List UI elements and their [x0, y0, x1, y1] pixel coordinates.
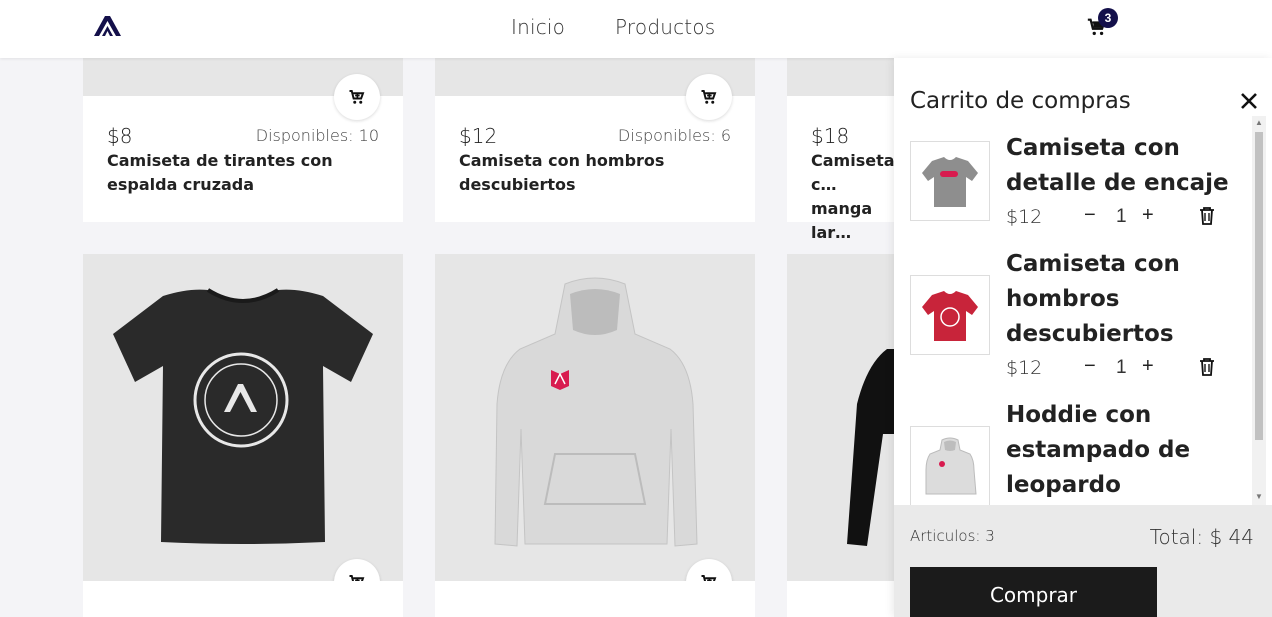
increase-qty-button[interactable]: +: [1142, 355, 1154, 378]
cart-item-qty: 1: [1116, 206, 1127, 227]
product-card: [83, 581, 403, 617]
cart-item-image: [910, 275, 990, 355]
scroll-up-arrow-icon[interactable]: ▲: [1255, 119, 1263, 127]
add-to-cart-button[interactable]: [334, 74, 380, 120]
academlo-logo[interactable]: [92, 14, 122, 38]
increase-qty-button[interactable]: +: [1142, 204, 1154, 227]
product-stock: Disponibles: 6: [617, 126, 731, 145]
nav-productos[interactable]: Productos: [615, 15, 715, 39]
add-to-cart-button[interactable]: [686, 74, 732, 120]
product-card: $8 Disponibles: 10 Camiseta de tirantes …: [83, 58, 403, 222]
product-price: $8: [107, 124, 133, 148]
cart-item-name: Camiseta con detalle de encaje: [1006, 135, 1229, 196]
product-card: [435, 581, 755, 617]
nav-inicio[interactable]: Inicio: [511, 15, 565, 39]
trash-icon[interactable]: [1199, 207, 1215, 225]
product-name: Camiseta de tirantes con espalda cruzada: [107, 151, 333, 194]
product-price: $18: [811, 124, 850, 148]
header: Inicio Productos 3: [0, 0, 1272, 58]
buy-button[interactable]: Comprar: [910, 567, 1157, 617]
product-name: Camiseta con hombros descubiertos: [459, 151, 665, 194]
cart-item-name: Hoddie con estampado de leopardo: [1006, 402, 1191, 498]
product-image-hoodie-black[interactable]: [787, 254, 894, 581]
cart-count-badge: 3: [1098, 8, 1118, 28]
cart-title: Carrito de compras: [910, 88, 1131, 114]
decrease-qty-button[interactable]: −: [1084, 204, 1096, 227]
cart-item-price: $12: [1006, 206, 1043, 228]
cart-plus-icon: [349, 575, 365, 581]
scroll-thumb[interactable]: [1255, 132, 1263, 440]
product-name: Camiseta c… manga lar…: [811, 151, 895, 242]
cart-item-image: [910, 426, 990, 505]
cart-items-count: Articulos: 3: [910, 527, 995, 545]
cart-item-price: $12: [1006, 357, 1043, 379]
product-image-hoodie-gray[interactable]: [435, 254, 755, 581]
product-stock: Disponibles: 10: [255, 126, 379, 145]
cart-item-qty: 1: [1116, 357, 1127, 378]
cart-panel: Carrito de compras Camiseta con detalle …: [894, 58, 1272, 617]
cart-items-list: Camiseta con detalle de encaje $12 − 1 +…: [894, 128, 1254, 505]
decrease-qty-button[interactable]: −: [1084, 355, 1096, 378]
cart-footer: Articulos: 3 Total: $ 44 Comprar: [894, 505, 1272, 617]
cart-scrollbar[interactable]: ▲ ▼: [1252, 116, 1266, 505]
scroll-down-arrow-icon[interactable]: ▼: [1255, 493, 1263, 501]
trash-icon[interactable]: [1199, 358, 1215, 376]
cart-plus-icon: [701, 575, 717, 581]
product-card: [787, 581, 894, 617]
product-card: $12 Disponibles: 6 Camiseta con hombros …: [435, 58, 755, 222]
cart-plus-icon: [349, 90, 365, 104]
cart-item-image: [910, 141, 990, 221]
cart-item-name: Camiseta con hombros descubiertos: [1006, 251, 1180, 347]
product-image-tshirt-black[interactable]: [83, 254, 403, 581]
cart-total: Total: $ 44: [1149, 525, 1254, 549]
product-price: $12: [459, 124, 498, 148]
cart-plus-icon: [701, 90, 717, 104]
close-icon[interactable]: [1238, 90, 1260, 112]
